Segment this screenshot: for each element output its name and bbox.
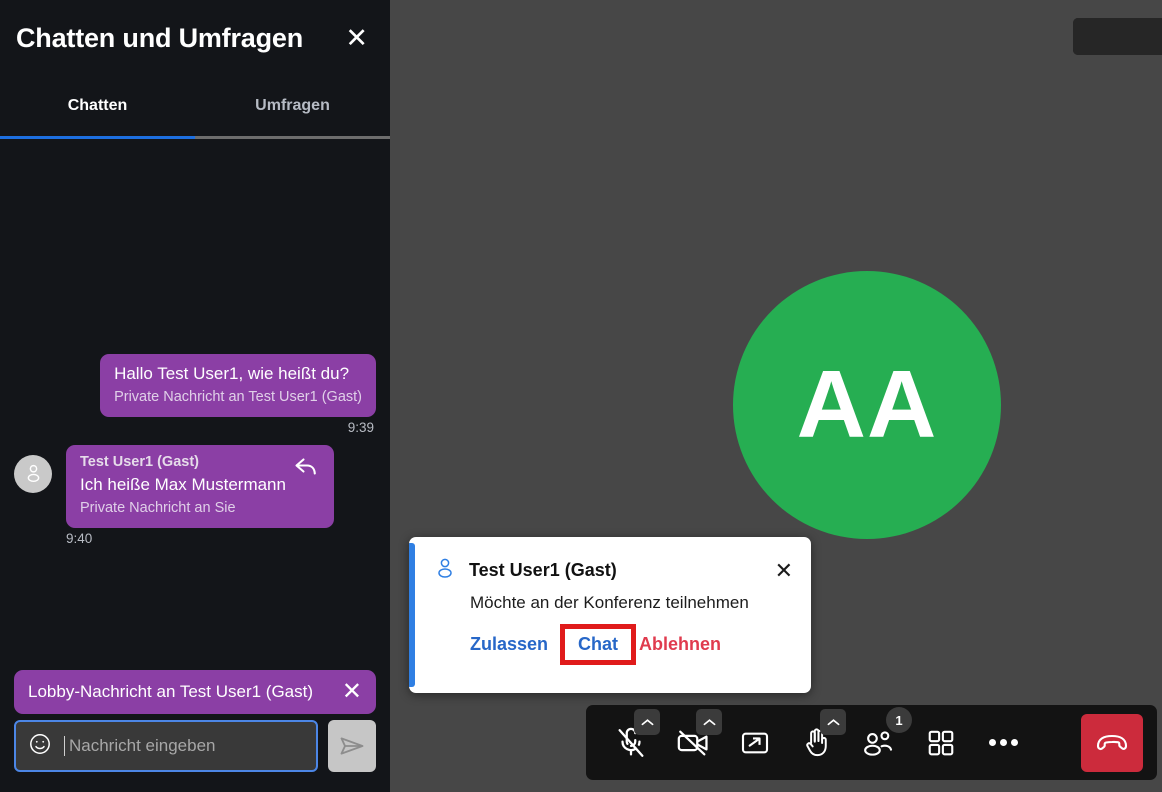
sidebar-header: Chatten und Umfragen ✕ bbox=[0, 0, 390, 76]
message-input[interactable]: Nachricht eingeben bbox=[14, 720, 318, 772]
raise-hand-options-chevron-up-icon[interactable] bbox=[820, 709, 846, 735]
person-icon bbox=[435, 557, 455, 584]
page-title: Chatten und Umfragen bbox=[16, 22, 304, 53]
reject-button[interactable]: Ablehnen bbox=[639, 634, 721, 655]
sidebar-tabs: Chatten Umfragen bbox=[0, 76, 390, 136]
screen-share-icon[interactable] bbox=[724, 705, 786, 780]
participants-count-badge: 1 bbox=[886, 707, 912, 733]
participants-icon[interactable]: 1 bbox=[848, 705, 912, 780]
camera-off-icon[interactable] bbox=[662, 705, 724, 780]
hangup-icon[interactable] bbox=[1081, 713, 1143, 772]
close-icon[interactable]: ✕ bbox=[342, 680, 362, 704]
message-bubble-incoming[interactable]: Test User1 (Gast) Ich heiße Max Musterma… bbox=[66, 444, 334, 528]
camera-options-chevron-up-icon[interactable] bbox=[696, 709, 722, 735]
message-timestamp: 9:40 bbox=[66, 530, 93, 546]
list-item: Test User1 (Gast) Ich heiße Max Musterma… bbox=[14, 444, 376, 528]
lobby-request-toast: Test User1 (Gast) ✕ Möchte an der Konfer… bbox=[409, 537, 811, 693]
chat-sidebar: Chatten und Umfragen ✕ Chatten Umfragen … bbox=[0, 0, 390, 792]
tab-chatten[interactable]: Chatten bbox=[0, 76, 195, 136]
tile-view-icon[interactable] bbox=[910, 705, 972, 780]
message-list[interactable]: Hallo Test User1, wie heißt du? Private … bbox=[0, 139, 390, 670]
chat-button-highlight: Chat bbox=[560, 623, 637, 665]
message-text: Hallo Test User1, wie heißt du? bbox=[114, 364, 350, 383]
chat-button[interactable]: Chat bbox=[578, 634, 618, 654]
microphone-muted-icon[interactable] bbox=[600, 705, 662, 780]
allow-button[interactable]: Zulassen bbox=[470, 634, 548, 655]
message-text: Ich heiße Max Mustermann bbox=[80, 474, 286, 494]
message-bubble-outgoing[interactable]: Hallo Test User1, wie heißt du? Private … bbox=[100, 354, 376, 417]
message-privacy-note: Private Nachricht an Test User1 (Gast) bbox=[114, 389, 362, 406]
microphone-options-chevron-up-icon[interactable] bbox=[634, 709, 660, 735]
app-root: AA 02:51 Test User1 (Gast) bbox=[0, 0, 1162, 792]
message-sender: Test User1 (Gast) bbox=[80, 453, 199, 470]
tab-umfragen[interactable]: Umfragen bbox=[195, 76, 390, 136]
lobby-notice: Lobby-Nachricht an Test User1 (Gast) ✕ bbox=[14, 670, 376, 714]
send-button[interactable] bbox=[328, 720, 376, 772]
message-composer: Nachricht eingeben bbox=[0, 720, 390, 792]
smiley-icon[interactable] bbox=[28, 732, 52, 761]
message-timestamp: 9:39 bbox=[347, 419, 374, 435]
avatar bbox=[14, 454, 52, 493]
more-options-icon[interactable] bbox=[972, 705, 1034, 780]
raise-hand-icon[interactable] bbox=[786, 705, 848, 780]
avatar-initials: AA bbox=[796, 351, 938, 458]
toast-actions: Zulassen Chat Ablehnen bbox=[409, 615, 811, 665]
requester-name: Test User1 (Gast) bbox=[469, 560, 617, 580]
meeting-toolbar: 1 bbox=[586, 705, 1157, 780]
close-icon[interactable]: ✕ bbox=[775, 559, 793, 582]
toast-message: Möchte an der Konferenz teilnehmen bbox=[470, 593, 749, 612]
toast-header: Test User1 (Gast) ✕ bbox=[409, 537, 811, 584]
timer-progress-fill bbox=[1073, 18, 1162, 55]
reply-arrow-icon[interactable] bbox=[292, 455, 320, 484]
message-input-placeholder: Nachricht eingeben bbox=[64, 736, 215, 756]
list-item: Hallo Test User1, wie heißt du? Private … bbox=[14, 354, 376, 417]
participant-avatar: AA bbox=[733, 271, 1001, 539]
close-icon[interactable]: ✕ bbox=[341, 23, 372, 54]
meeting-timer-bar: 02:51 bbox=[1073, 18, 1162, 55]
lobby-notice-text: Lobby-Nachricht an Test User1 (Gast) bbox=[28, 681, 314, 701]
conference-stage: AA 02:51 Test User1 (Gast) bbox=[390, 0, 1162, 792]
message-privacy-note: Private Nachricht an Sie bbox=[80, 500, 236, 517]
